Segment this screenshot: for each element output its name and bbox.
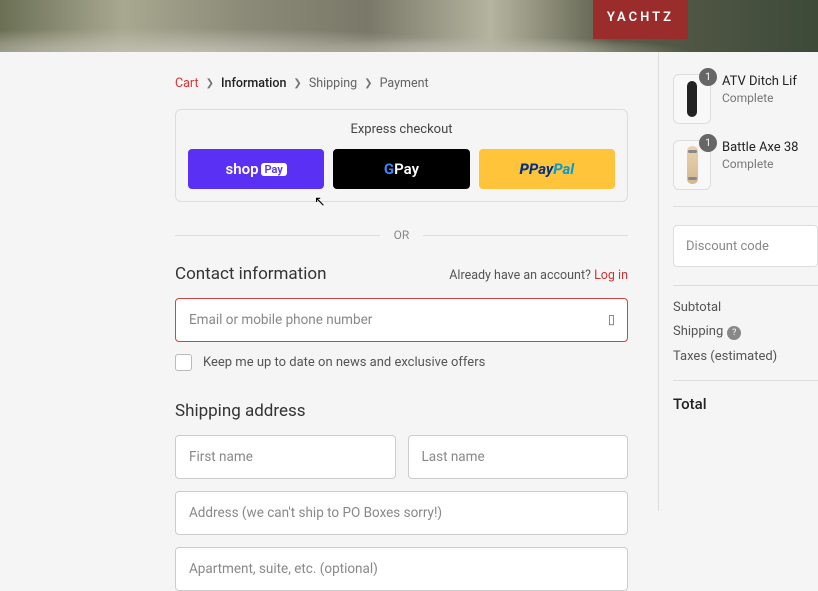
or-separator: OR xyxy=(175,228,628,242)
shop-pay-button[interactable]: shopPay xyxy=(188,149,324,189)
cart-item: 1 Battle Axe 38 Complete xyxy=(673,140,818,190)
product-name: ATV Ditch Lif xyxy=(722,74,818,89)
express-title: Express checkout xyxy=(188,122,615,137)
discount-code-field[interactable]: Discount code xyxy=(673,225,818,267)
product-name: Battle Axe 38 xyxy=(722,140,818,155)
chevron-right-icon: ❯ xyxy=(364,78,372,89)
google-pay-button[interactable]: G Pay xyxy=(333,149,469,189)
brand-badge: YACHTZ xyxy=(593,0,688,39)
taxes-label: Taxes (estimated) xyxy=(673,349,777,364)
product-thumbnail: 1 xyxy=(673,140,711,190)
paypal-button[interactable]: PPayPal xyxy=(479,149,615,189)
subtotal-label: Subtotal xyxy=(673,300,721,315)
product-thumbnail: 1 xyxy=(673,74,711,124)
login-link[interactable]: Log in xyxy=(594,268,628,283)
express-checkout-panel: Express checkout shopPay G Pay PPayPal xyxy=(175,109,628,202)
qty-badge: 1 xyxy=(699,134,717,152)
crumb-payment: Payment xyxy=(380,76,429,91)
shipping-label: Shipping? xyxy=(673,324,741,340)
crumb-cart[interactable]: Cart xyxy=(175,76,199,91)
product-variant: Complete xyxy=(722,91,818,105)
order-summary: 1 ATV Ditch Lif Complete 1 Battle Axe 38… xyxy=(658,52,818,511)
shipping-title: Shipping address xyxy=(175,401,628,421)
apartment-field[interactable] xyxy=(175,547,628,591)
help-icon[interactable]: ? xyxy=(727,326,741,340)
product-variant: Complete xyxy=(722,157,818,171)
newsletter-label: Keep me up to date on news and exclusive… xyxy=(203,355,485,370)
google-icon: G xyxy=(384,160,394,178)
first-name-field[interactable] xyxy=(175,435,396,479)
contact-book-icon[interactable]: ▯ xyxy=(608,313,615,328)
crumb-shipping: Shipping xyxy=(309,76,357,91)
hero-banner: YACHTZ xyxy=(0,0,818,52)
email-field[interactable] xyxy=(175,298,628,342)
chevron-right-icon: ❯ xyxy=(206,78,214,89)
address-field[interactable] xyxy=(175,491,628,535)
crumb-information: Information xyxy=(221,76,286,91)
chevron-right-icon: ❯ xyxy=(293,78,301,89)
qty-badge: 1 xyxy=(699,68,717,86)
total-label: Total xyxy=(673,395,707,413)
breadcrumb: Cart ❯ Information ❯ Shipping ❯ Payment xyxy=(175,76,628,91)
login-prompt: Already have an account? Log in xyxy=(449,268,628,283)
newsletter-checkbox[interactable] xyxy=(175,354,192,371)
cart-item: 1 ATV Ditch Lif Complete xyxy=(673,74,818,124)
contact-title: Contact information xyxy=(175,264,326,284)
last-name-field[interactable] xyxy=(408,435,629,479)
